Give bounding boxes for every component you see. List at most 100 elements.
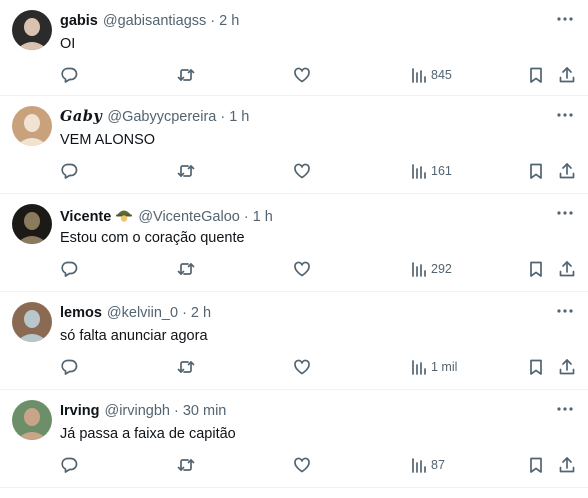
reply-icon [61,359,78,375]
like-button[interactable] [293,356,311,378]
action-bar: 1 mil [0,356,588,378]
avatar[interactable] [12,106,52,146]
bookmark-icon [530,261,542,277]
like-button[interactable] [293,160,311,182]
separator-dot: · [173,403,179,419]
reply-button[interactable] [60,64,78,86]
display-name[interactable]: lemos [60,304,102,322]
reply-feed: gabis @gabisantiagss · 2 h OI 845 𝑮𝒂𝒃𝒚 @… [0,0,588,488]
bookmark-button[interactable] [528,454,544,476]
separator-dot: · [243,208,249,225]
views-icon [412,458,426,473]
share-icon [559,359,575,375]
timestamp[interactable]: 1 h [229,108,249,126]
display-name[interactable]: gabis [60,12,98,30]
heart-icon [294,359,310,375]
timestamp[interactable]: 2 h [191,304,211,322]
tweet-header: gabis @gabisantiagss · 2 h [60,12,239,30]
views-button[interactable]: 845 [411,64,452,86]
reply-button[interactable] [60,356,78,378]
reply-button[interactable] [60,454,78,476]
display-name[interactable]: 𝑮𝒂𝒃𝒚 [60,108,102,126]
share-icon [559,163,575,179]
views-count: 845 [431,68,452,82]
views-button[interactable]: 1 mil [411,356,457,378]
username[interactable]: @Gabyycpereira [107,108,216,126]
share-icon [559,67,575,83]
share-icon [559,457,575,473]
tweet-header: 𝑮𝒂𝒃𝒚 @Gabyycpereira · 1 h [60,108,249,126]
avatar[interactable] [12,400,52,440]
reply-icon [61,67,78,83]
bookmark-button[interactable] [528,258,544,280]
separator-dot: · [220,109,226,125]
reply-icon [61,457,78,473]
views-icon [412,164,426,179]
bookmark-button[interactable] [528,64,544,86]
tweet[interactable]: lemos @kelviin_0 · 2 h só falta anunciar… [0,292,588,390]
username[interactable]: @irvingbh [104,402,170,420]
views-icon [412,68,426,83]
bookmark-icon [530,163,542,179]
soldier-helmet-icon [115,206,133,227]
tweet[interactable]: gabis @gabisantiagss · 2 h OI 845 [0,0,588,96]
like-button[interactable] [293,454,311,476]
action-bar: 292 [0,258,588,280]
username[interactable]: @gabisantiagss [103,12,206,30]
tweet[interactable]: Irving @irvingbh · 30 min Já passa a fai… [0,390,588,488]
more-icon[interactable] [554,302,576,320]
timestamp[interactable]: 2 h [219,12,239,30]
avatar[interactable] [12,10,52,50]
username[interactable]: @VicenteGaloo [138,208,240,226]
retweet-button[interactable] [176,64,196,86]
bookmark-button[interactable] [528,356,544,378]
more-icon[interactable] [554,204,576,222]
retweet-button[interactable] [176,160,196,182]
heart-icon [294,67,310,83]
retweet-button[interactable] [176,356,196,378]
views-count: 292 [431,262,452,276]
avatar[interactable] [12,204,52,244]
timestamp[interactable]: 1 h [253,208,273,226]
bookmark-button[interactable] [528,160,544,182]
separator-dot: · [182,305,187,321]
avatar[interactable] [12,302,52,342]
share-icon [559,261,575,277]
display-name[interactable]: Vicente [60,208,111,226]
views-icon [412,360,426,375]
views-button[interactable]: 87 [411,454,445,476]
reply-button[interactable] [60,160,78,182]
retweet-icon [177,459,195,471]
more-icon[interactable] [554,400,576,418]
share-button[interactable] [558,454,576,476]
share-button[interactable] [558,356,576,378]
retweet-button[interactable] [176,454,196,476]
reply-icon [61,163,78,179]
username[interactable]: @kelviin_0 [107,304,178,322]
views-button[interactable]: 292 [411,258,452,280]
retweet-icon [177,69,195,81]
retweet-icon [177,361,195,373]
separator-dot: · [210,13,216,29]
heart-icon [294,457,310,473]
more-icon[interactable] [554,10,576,28]
action-bar: 87 [0,454,588,476]
retweet-icon [177,263,195,275]
like-button[interactable] [293,258,311,280]
timestamp[interactable]: 30 min [183,402,227,420]
tweet[interactable]: 𝑮𝒂𝒃𝒚 @Gabyycpereira · 1 h VEM ALONSO 161 [0,96,588,194]
retweet-button[interactable] [176,258,196,280]
display-name[interactable]: Irving [60,402,99,420]
reply-button[interactable] [60,258,78,280]
views-button[interactable]: 161 [411,160,452,182]
action-bar: 845 [0,64,588,86]
tweet[interactable]: Vicente @VicenteGaloo · 1 h Estou com o … [0,194,588,292]
tweet-text: só falta anunciar agora [60,328,208,344]
share-button[interactable] [558,64,576,86]
share-button[interactable] [558,160,576,182]
tweet-text: Estou com o coração quente [60,230,245,246]
views-count: 1 mil [431,360,458,374]
like-button[interactable] [293,64,311,86]
share-button[interactable] [558,258,576,280]
more-icon[interactable] [554,106,576,124]
